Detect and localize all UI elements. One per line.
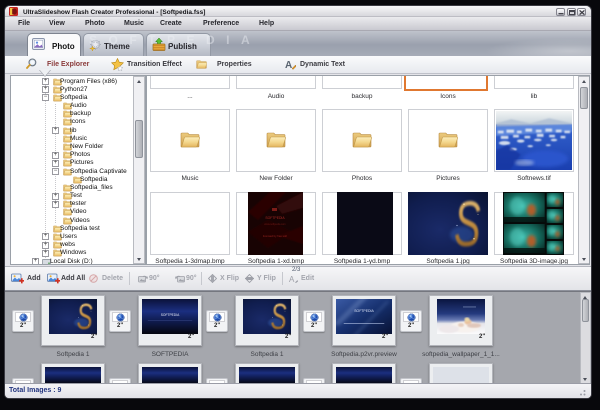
svg-text:A: A xyxy=(289,275,295,283)
svg-text:A: A xyxy=(285,60,292,70)
